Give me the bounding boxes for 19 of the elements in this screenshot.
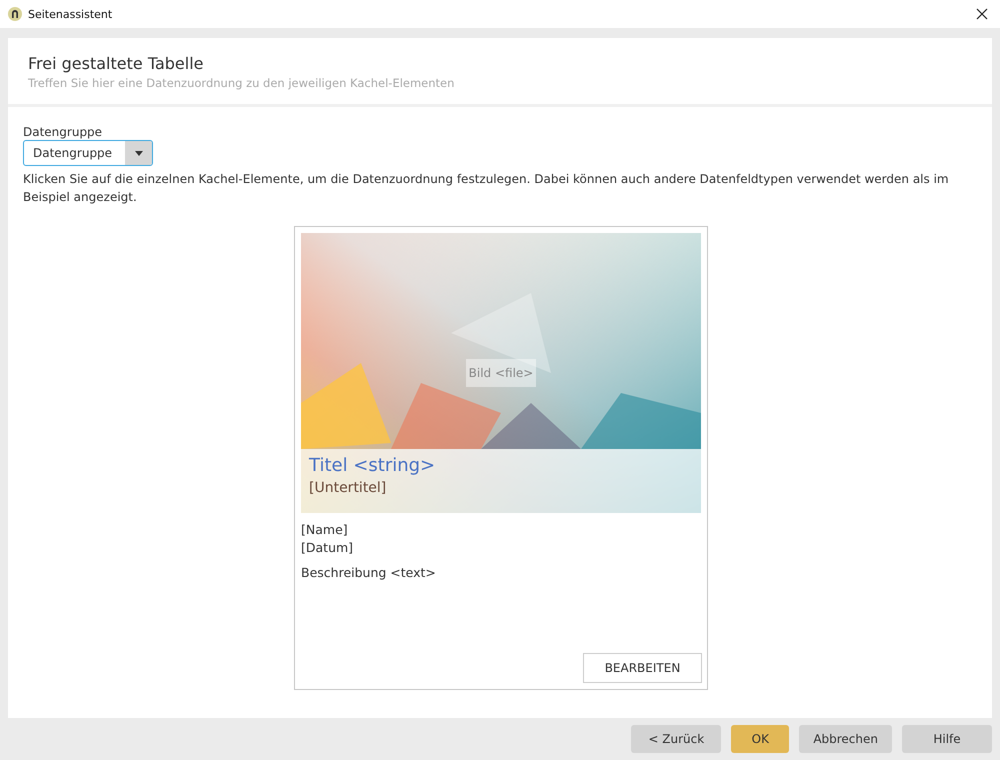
tile-date[interactable]: [Datum] xyxy=(301,539,701,557)
app-logo-icon xyxy=(8,7,22,21)
dialog-button[interactable]: Hilfe xyxy=(902,725,992,753)
tile-description[interactable]: Beschreibung <text> xyxy=(301,565,701,580)
window-title: Seitenassistent xyxy=(28,8,114,20)
caret-icon xyxy=(134,150,142,156)
instruction-text: Klicken Sie auf die einzelnen Kachel-Elemente, um die Datenzuordnung festzulegen. Dabei können auch andere Datenfeldtypen verwendet werden als im Beispiel angezeigt. xyxy=(23,171,950,206)
tile-subtitle[interactable]: [Untertitel] xyxy=(309,480,693,496)
edit-button[interactable]: BEARBEITEN xyxy=(583,653,702,683)
tile-name[interactable]: [Name] xyxy=(301,521,701,539)
dialog-button[interactable]: OK xyxy=(731,725,790,753)
field-label: Datengruppe xyxy=(23,125,104,139)
tile-title[interactable]: Titel <string> xyxy=(309,455,693,476)
page-subtitle: Treffen Sie hier eine Datenzuordnung zu den jeweiligen Kachel-Elementen xyxy=(28,76,456,90)
page-title: Frei gestaltete Tabelle xyxy=(28,54,204,73)
dialog-button[interactable]: < Zurück xyxy=(631,725,722,753)
close-icon[interactable] xyxy=(976,8,988,20)
dialog-button[interactable]: Abbrechen xyxy=(799,725,892,753)
data-group-dropdown[interactable]: Datengruppe xyxy=(23,140,153,166)
